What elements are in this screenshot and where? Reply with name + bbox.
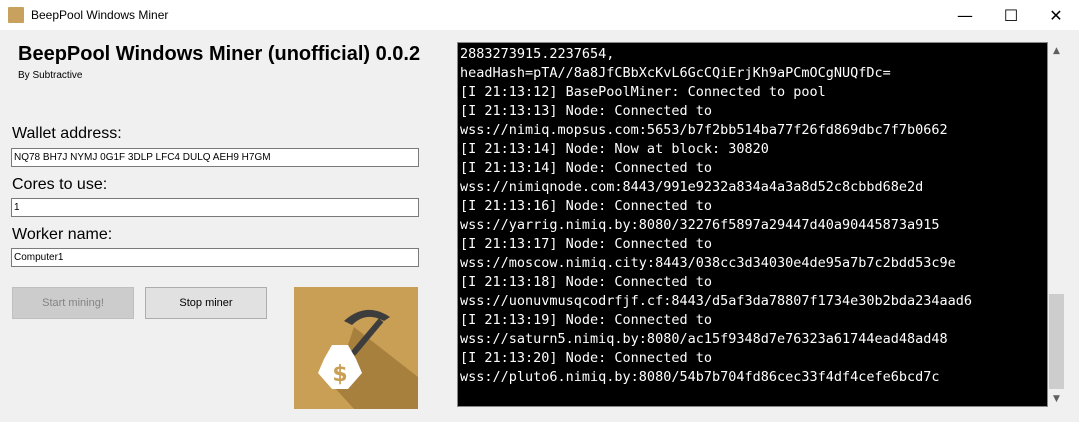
worker-name-input[interactable]: Computer1	[11, 248, 419, 267]
window-title: BeepPool Windows Miner	[31, 8, 169, 22]
app-heading: BeepPool Windows Miner (unofficial) 0.0.…	[18, 43, 421, 65]
console-line: [I 21:13:16] Node: Connected to	[460, 198, 712, 214]
money-bag-pickaxe-icon: $	[294, 287, 418, 409]
console-line: wss://pluto6.nimiq.by:8080/54b7b704fd86c…	[460, 369, 940, 385]
minimize-button[interactable]: —	[942, 0, 988, 30]
console-line: wss://yarrig.nimiq.by:8080/32276f5897a29…	[460, 217, 940, 233]
author-byline: By Subtractive	[18, 70, 83, 81]
start-mining-button[interactable]: Start mining!	[12, 287, 134, 319]
console-line: [I 21:13:12] BasePoolMiner: Connected to…	[460, 84, 826, 100]
scrollbar-thumb[interactable]	[1049, 294, 1064, 389]
console-line: [I 21:13:17] Node: Connected to	[460, 236, 712, 252]
close-button[interactable]: ✕	[1033, 0, 1079, 30]
console-line: [I 21:13:14] Node: Connected to	[460, 160, 712, 176]
console-line: wss://uonuvmusqcodrfjf.cf:8443/d5af3da78…	[460, 293, 973, 309]
console-line: wss://nimiqnode.com:8443/991e9232a834a4a…	[460, 179, 924, 195]
cores-label: Cores to use:	[12, 176, 108, 193]
console-line: wss://nimiq.mopsus.com:5653/b7f2bb514ba7…	[460, 122, 948, 138]
worker-label: Worker name:	[12, 226, 113, 243]
main-panel: BeepPool Windows Miner (unofficial) 0.0.…	[0, 30, 1079, 422]
cores-input[interactable]: 1	[11, 198, 419, 217]
console-line: [I 21:13:13] Node: Connected to	[460, 103, 712, 119]
console-line: headHash=pTA//8a8JfCBbXcKvL6GcCQiErjKh9a…	[460, 65, 891, 81]
console-line: [I 21:13:19] Node: Connected to	[460, 312, 712, 328]
dollar-symbol: $	[332, 362, 347, 387]
console-line: 2883273915.2237654,	[460, 46, 615, 62]
console-line: wss://saturn5.nimiq.by:8080/ac15f9348d7e…	[460, 331, 948, 347]
console-line: [I 21:13:14] Node: Now at block: 30820	[460, 141, 769, 157]
stop-miner-button[interactable]: Stop miner	[145, 287, 267, 319]
console-log: 2883273915.2237654, headHash=pTA//8a8JfCB…	[458, 43, 1047, 387]
console-scrollbar[interactable]: ▲ ▼	[1048, 42, 1065, 407]
scroll-up-icon[interactable]: ▲	[1048, 42, 1065, 59]
wallet-label: Wallet address:	[12, 125, 122, 142]
scroll-down-icon[interactable]: ▼	[1048, 390, 1065, 407]
maximize-button[interactable]: ☐	[988, 0, 1034, 30]
wallet-address-input[interactable]: NQ78 BH7J NYMJ 0G1F 3DLP LFC4 DULQ AEH9 …	[11, 148, 419, 167]
console-line: wss://moscow.nimiq.city:8443/038cc3d3403…	[460, 255, 956, 271]
title-bar: BeepPool Windows Miner — ☐ ✕	[0, 0, 1079, 30]
console-line: [I 21:13:20] Node: Connected to	[460, 350, 712, 366]
console-output[interactable]: 2883273915.2237654, headHash=pTA//8a8JfCB…	[457, 42, 1048, 407]
console-line: [I 21:13:18] Node: Connected to	[460, 274, 712, 290]
app-icon	[8, 7, 24, 23]
